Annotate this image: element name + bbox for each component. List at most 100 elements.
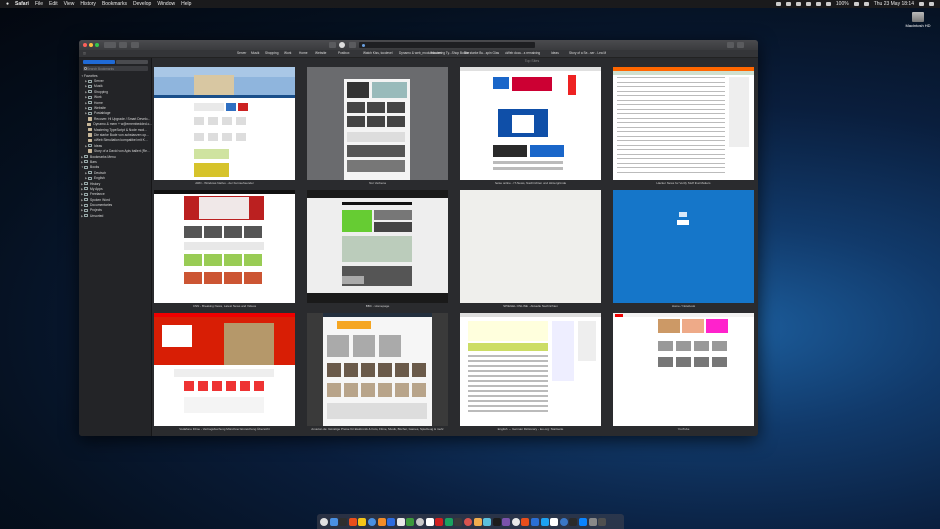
bookmarks-tab[interactable] — [83, 60, 115, 64]
top-site-tile[interactable]: Home / Notebook — [613, 190, 754, 308]
top-site-tile[interactable]: Hacker News for Verify Stuff that Matter… — [613, 67, 754, 185]
menu-file[interactable]: File — [35, 1, 43, 7]
extension-icon[interactable] — [349, 42, 356, 48]
settings-icon[interactable] — [727, 42, 734, 48]
dock-app-icon[interactable] — [415, 517, 424, 526]
sidebar-search-input[interactable]: Search Bookmarks — [83, 66, 148, 71]
top-site-tile[interactable]: English ⇔ German Dictionary - leo.org: S… — [460, 313, 601, 431]
top-site-thumbnail[interactable] — [460, 190, 601, 303]
dock-app-icon[interactable] — [358, 517, 367, 526]
favorites-bar-item[interactable]: Story of a Se...ser - Lea M — [569, 51, 606, 55]
top-site-thumbnail[interactable] — [307, 190, 448, 303]
dock-app-icon[interactable] — [320, 517, 328, 526]
dock-app-icon[interactable] — [559, 517, 568, 526]
dock-app-icon[interactable] — [579, 517, 588, 526]
menu-bookmarks[interactable]: Bookmarks — [102, 1, 127, 7]
search-icon[interactable] — [919, 2, 924, 6]
menu-view[interactable]: View — [64, 1, 75, 7]
favorites-bar-item[interactable]: Watch Kiss, tocdevel — [363, 51, 392, 55]
flag-icon[interactable] — [863, 2, 869, 6]
menu-help[interactable]: Help — [181, 1, 191, 7]
top-site-tile[interactable]: Nur Verbena — [307, 67, 448, 185]
top-site-tile[interactable]: SPIEGEL ONLINE - Aktuelle Nachrichten — [460, 190, 601, 308]
top-site-thumbnail[interactable] — [460, 313, 601, 426]
dock-app-icon[interactable] — [377, 517, 386, 526]
dock-app-icon[interactable] — [348, 517, 357, 526]
back-forward-button[interactable] — [104, 42, 116, 48]
favorites-bar-item[interactable]: Ideas — [551, 51, 559, 55]
menu-edit[interactable]: Edit — [49, 1, 58, 7]
favorites-bar-item[interactable]: Work — [284, 51, 291, 55]
dock-app-icon[interactable] — [425, 517, 434, 526]
top-site-thumbnail[interactable] — [154, 190, 295, 303]
dock-app-icon[interactable] — [531, 517, 540, 526]
top-site-thumbnail[interactable] — [307, 313, 448, 426]
dock-app-icon[interactable] — [387, 517, 396, 526]
share-icon[interactable] — [329, 42, 336, 48]
favorites-bar-item[interactable]: Home — [299, 51, 308, 55]
dock-app-icon[interactable] — [396, 517, 405, 526]
favorites-bar-item[interactable]: Website — [315, 51, 326, 55]
battery-percent[interactable]: 100% — [836, 1, 849, 7]
dock-app-icon[interactable] — [454, 517, 463, 526]
reading-list-tab[interactable] — [116, 60, 148, 64]
menu-develop[interactable]: Develop — [133, 1, 151, 7]
favorites-bar-item[interactable]: Musik — [251, 51, 259, 55]
dock-app-icon[interactable] — [463, 517, 472, 526]
dock-app-icon[interactable] — [444, 517, 453, 526]
dock-app-icon[interactable] — [339, 517, 348, 526]
downloads-icon[interactable] — [339, 42, 345, 48]
close-button[interactable] — [83, 43, 87, 47]
favorites-bar-item[interactable]: Postbox — [338, 51, 350, 55]
minimize-button[interactable] — [89, 43, 93, 47]
top-site-tile[interactable]: Vodafone Filme - Vertragsbuchung Münchne… — [154, 313, 295, 431]
top-site-thumbnail[interactable] — [307, 67, 448, 180]
favorites-bar-item[interactable]: uWeb docu...s remaining — [505, 51, 540, 55]
status-icon[interactable] — [775, 2, 781, 6]
top-site-tile[interactable]: ARD - Windows Nativo - der Fernsehsender — [154, 67, 295, 185]
top-site-tile[interactable]: Amazon.de: Günstige Preise für Elektroni… — [307, 313, 448, 431]
sidebar-toggle-button[interactable] — [119, 42, 127, 48]
dock-app-icon[interactable] — [329, 517, 338, 526]
top-site-tile[interactable]: YouTube — [613, 313, 754, 431]
top-site-tile[interactable]: BBC - Homepage — [307, 190, 448, 308]
status-icon[interactable] — [795, 2, 801, 6]
menubar-clock[interactable]: Thu 23 May 18:14 — [874, 1, 914, 7]
dock-app-icon[interactable] — [502, 517, 511, 526]
dock-app-icon[interactable] — [367, 517, 376, 526]
menu-safari[interactable]: Safari — [15, 1, 29, 7]
dock-app-icon[interactable] — [588, 517, 597, 526]
reader-button[interactable] — [131, 42, 139, 48]
sidebar-icon[interactable]: ◫ — [83, 51, 86, 55]
dock-app-icon[interactable] — [473, 517, 482, 526]
dock-app-icon[interactable] — [511, 517, 520, 526]
dock-app-icon[interactable] — [598, 517, 607, 526]
top-site-thumbnail[interactable] — [613, 190, 754, 303]
notification-center-icon[interactable] — [929, 2, 934, 6]
dock-app-icon[interactable] — [550, 517, 559, 526]
dock-app-icon[interactable] — [521, 517, 530, 526]
dock-app-icon[interactable] — [540, 517, 549, 526]
address-bar[interactable] — [359, 42, 535, 48]
volume-icon[interactable] — [825, 2, 831, 6]
favorites-bar-item[interactable]: Die starke Bu...spin Glas — [464, 51, 499, 55]
top-site-thumbnail[interactable] — [613, 313, 754, 426]
dock-app-icon[interactable] — [435, 517, 444, 526]
dock-app-icon[interactable] — [483, 517, 492, 526]
favorites-bar-item[interactable]: Server — [237, 51, 246, 55]
wifi-icon[interactable] — [815, 2, 821, 6]
dock-app-icon[interactable] — [492, 517, 501, 526]
top-site-tile[interactable]: CNN - Breaking News, Latest News and Vid… — [154, 190, 295, 308]
tab-overview-button[interactable] — [737, 42, 744, 48]
zoom-button[interactable] — [95, 43, 99, 47]
apple-menu-icon[interactable]: ● — [6, 1, 9, 7]
top-site-thumbnail[interactable] — [460, 67, 601, 180]
sidebar-bookmark-item[interactable]: ▶ Unsorted — [79, 213, 152, 218]
top-site-thumbnail[interactable] — [154, 313, 295, 426]
desktop-drive[interactable]: Macintosh HD — [898, 12, 938, 28]
favorites-bar-item[interactable]: Shopping — [265, 51, 278, 55]
menu-window[interactable]: Window — [157, 1, 175, 7]
menu-history[interactable]: History — [80, 1, 96, 7]
status-icon[interactable] — [785, 2, 791, 6]
dock-app-icon[interactable] — [406, 517, 415, 526]
